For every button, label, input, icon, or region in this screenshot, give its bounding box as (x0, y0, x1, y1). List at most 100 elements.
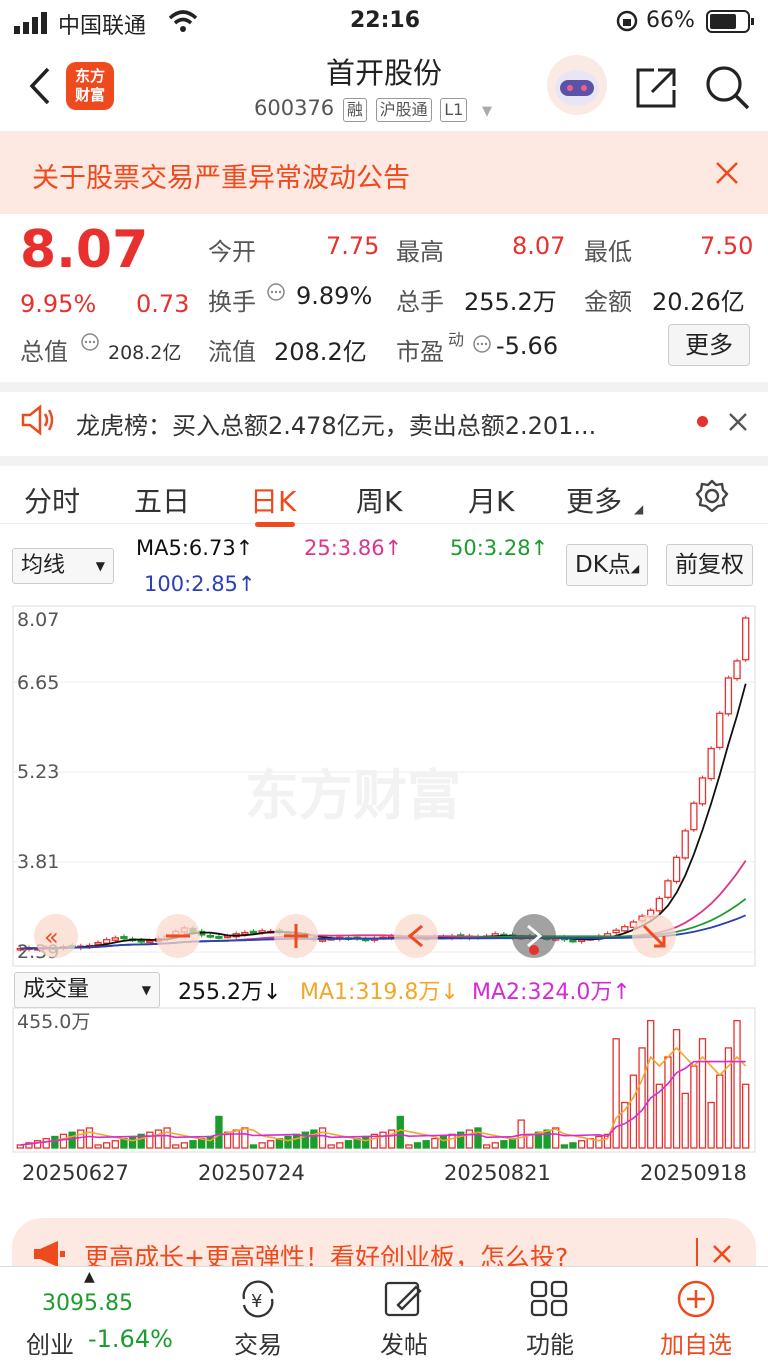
nav-add-label: 加自选 (660, 1331, 732, 1359)
orientation-lock-icon (616, 10, 638, 32)
more-button[interactable]: 更多 (668, 324, 750, 366)
nav-trade[interactable]: ¥ 交易 (216, 1279, 300, 1360)
tab-intraday[interactable]: 分时 (24, 480, 80, 520)
tab-week-k[interactable]: 周K (356, 480, 402, 520)
close-icon[interactable] (712, 1244, 732, 1264)
volume-chart[interactable]: 455.0万 20250627 20250724 20250821 202509… (0, 1006, 768, 1206)
volume-bar (508, 1137, 517, 1149)
stock-code-row[interactable]: 600376 融 沪股通 L1 ▼ (254, 96, 492, 122)
candle (690, 802, 698, 831)
index-ticker[interactable]: ▲ 3095.85 创业 -1.64% (0, 1267, 182, 1367)
double-chevron-left-icon: « (44, 923, 59, 951)
tab-active-indicator (255, 522, 295, 527)
low-value: 7.50 (700, 232, 754, 260)
adjust-button[interactable]: 前复权 (666, 544, 753, 586)
y-tick: 5.23 (17, 761, 59, 783)
turnover-value: 9.89% (296, 282, 373, 310)
tab-month-k[interactable]: 月K (468, 480, 514, 520)
nav-functions[interactable]: 功能 (508, 1279, 592, 1360)
low-label: 最低 (584, 238, 632, 266)
amount-label: 金额 (584, 288, 632, 316)
gear-icon[interactable] (694, 478, 730, 514)
watermark: 东方财富 (245, 764, 461, 827)
close-icon[interactable] (728, 412, 748, 432)
nav-post[interactable]: 发帖 (362, 1279, 446, 1360)
tab-five-day[interactable]: 五日 (134, 480, 190, 520)
info-icon[interactable] (472, 334, 492, 354)
candle (249, 930, 258, 934)
candle (733, 660, 741, 680)
volume-bar (327, 1144, 335, 1149)
candle (120, 936, 128, 940)
nav-functions-label: 功能 (526, 1331, 574, 1359)
volume-bar (284, 1135, 292, 1149)
prev-button[interactable] (394, 914, 438, 958)
indicator-selector[interactable]: 成交量 ▼ (14, 972, 160, 1008)
candle (111, 937, 119, 941)
volume-bar (344, 1140, 353, 1149)
volume-bar (172, 1144, 180, 1149)
high-label: 最高 (396, 238, 444, 266)
tag-connect: 沪股通 (375, 98, 432, 122)
volume-bar (379, 1131, 387, 1149)
open-value: 7.75 (326, 232, 380, 260)
ma100-value: 100:2.85↑ (144, 572, 256, 596)
dk-point-button[interactable]: DK点◢ (566, 544, 649, 586)
info-icon[interactable] (266, 282, 286, 302)
x-date: 20250627 (22, 1161, 129, 1185)
total-value-label: 总值 (20, 338, 68, 366)
search-icon[interactable] (704, 64, 750, 110)
nav-add-watchlist[interactable]: 加自选 (648, 1279, 744, 1360)
volume-bar (742, 1083, 750, 1149)
edit-icon (384, 1281, 422, 1317)
info-icon[interactable] (80, 332, 100, 352)
share-icon[interactable] (634, 66, 678, 110)
float-label: 流值 (208, 338, 256, 366)
ma5-value: MA5:6.73↑ (136, 536, 254, 560)
tag-margin: 融 (342, 98, 367, 122)
x-date: 20250821 (444, 1161, 551, 1185)
chart-tabs: 分时 五日 日K 周K 月K 更多 ◢ (0, 456, 768, 527)
volume-bar (543, 1129, 551, 1149)
tag-level: L1 (440, 98, 468, 122)
total-value: 208.2亿 (108, 342, 182, 364)
quote-panel: 8.07 9.95% 0.73 总值 208.2亿 今开 7.75 最高 8.0… (0, 214, 768, 382)
candle (681, 830, 689, 859)
clock: 22:16 (350, 8, 421, 33)
dragon-tiger-bar[interactable]: 龙虎榜：买入总额2.478亿元，卖出总额2.201... (0, 382, 768, 448)
candle (655, 897, 664, 912)
dropdown-arrow-icon: ▼ (141, 983, 151, 997)
notice-banner[interactable]: 关于股票交易严重异常波动公告 (0, 132, 768, 214)
index-change: -1.64% (88, 1325, 173, 1353)
volume-bar (716, 1074, 724, 1149)
robot-assistant-icon[interactable] (546, 54, 608, 116)
ma-selector[interactable]: 均线 ▼ (12, 548, 114, 584)
volume-bar (318, 1127, 327, 1149)
volume-bar (422, 1140, 430, 1149)
kline-chart[interactable]: 东方财富 8.07 6.65 5.23 3.81 2.39 « (0, 604, 768, 970)
volume-bar (267, 1140, 275, 1149)
volume-bar (448, 1133, 456, 1149)
volume-bar (690, 1065, 698, 1149)
ma25-value: 25:3.86↑ (304, 536, 403, 560)
chevron-down-icon: ▼ (482, 104, 493, 119)
candle (716, 712, 724, 749)
candle (612, 929, 620, 934)
pe-value: -5.66 (496, 332, 559, 360)
tab-day-k[interactable]: 日K (250, 480, 296, 520)
bottom-nav: ▲ 3095.85 创业 -1.64% ¥ 交易 发帖 功能 加自选 (0, 1266, 768, 1367)
open-label: 今开 (208, 238, 256, 266)
volume-bar (491, 1142, 499, 1149)
volume-bar (310, 1129, 318, 1149)
tab-more[interactable]: 更多 (566, 480, 622, 520)
carrier: 中国联通 (58, 14, 147, 39)
divider (696, 1238, 698, 1268)
turnover-label: 换手 (208, 288, 256, 316)
pct-change: 9.95% (20, 290, 97, 318)
vol-ma1: MA1:319.8万↓ (300, 980, 459, 1005)
float-value: 208.2亿 (274, 338, 367, 366)
nav-post-label: 发帖 (380, 1331, 428, 1359)
volume-bar (232, 1129, 240, 1149)
close-icon[interactable] (714, 160, 740, 186)
status-bar: 中国联通 22:16 66% (0, 0, 768, 44)
